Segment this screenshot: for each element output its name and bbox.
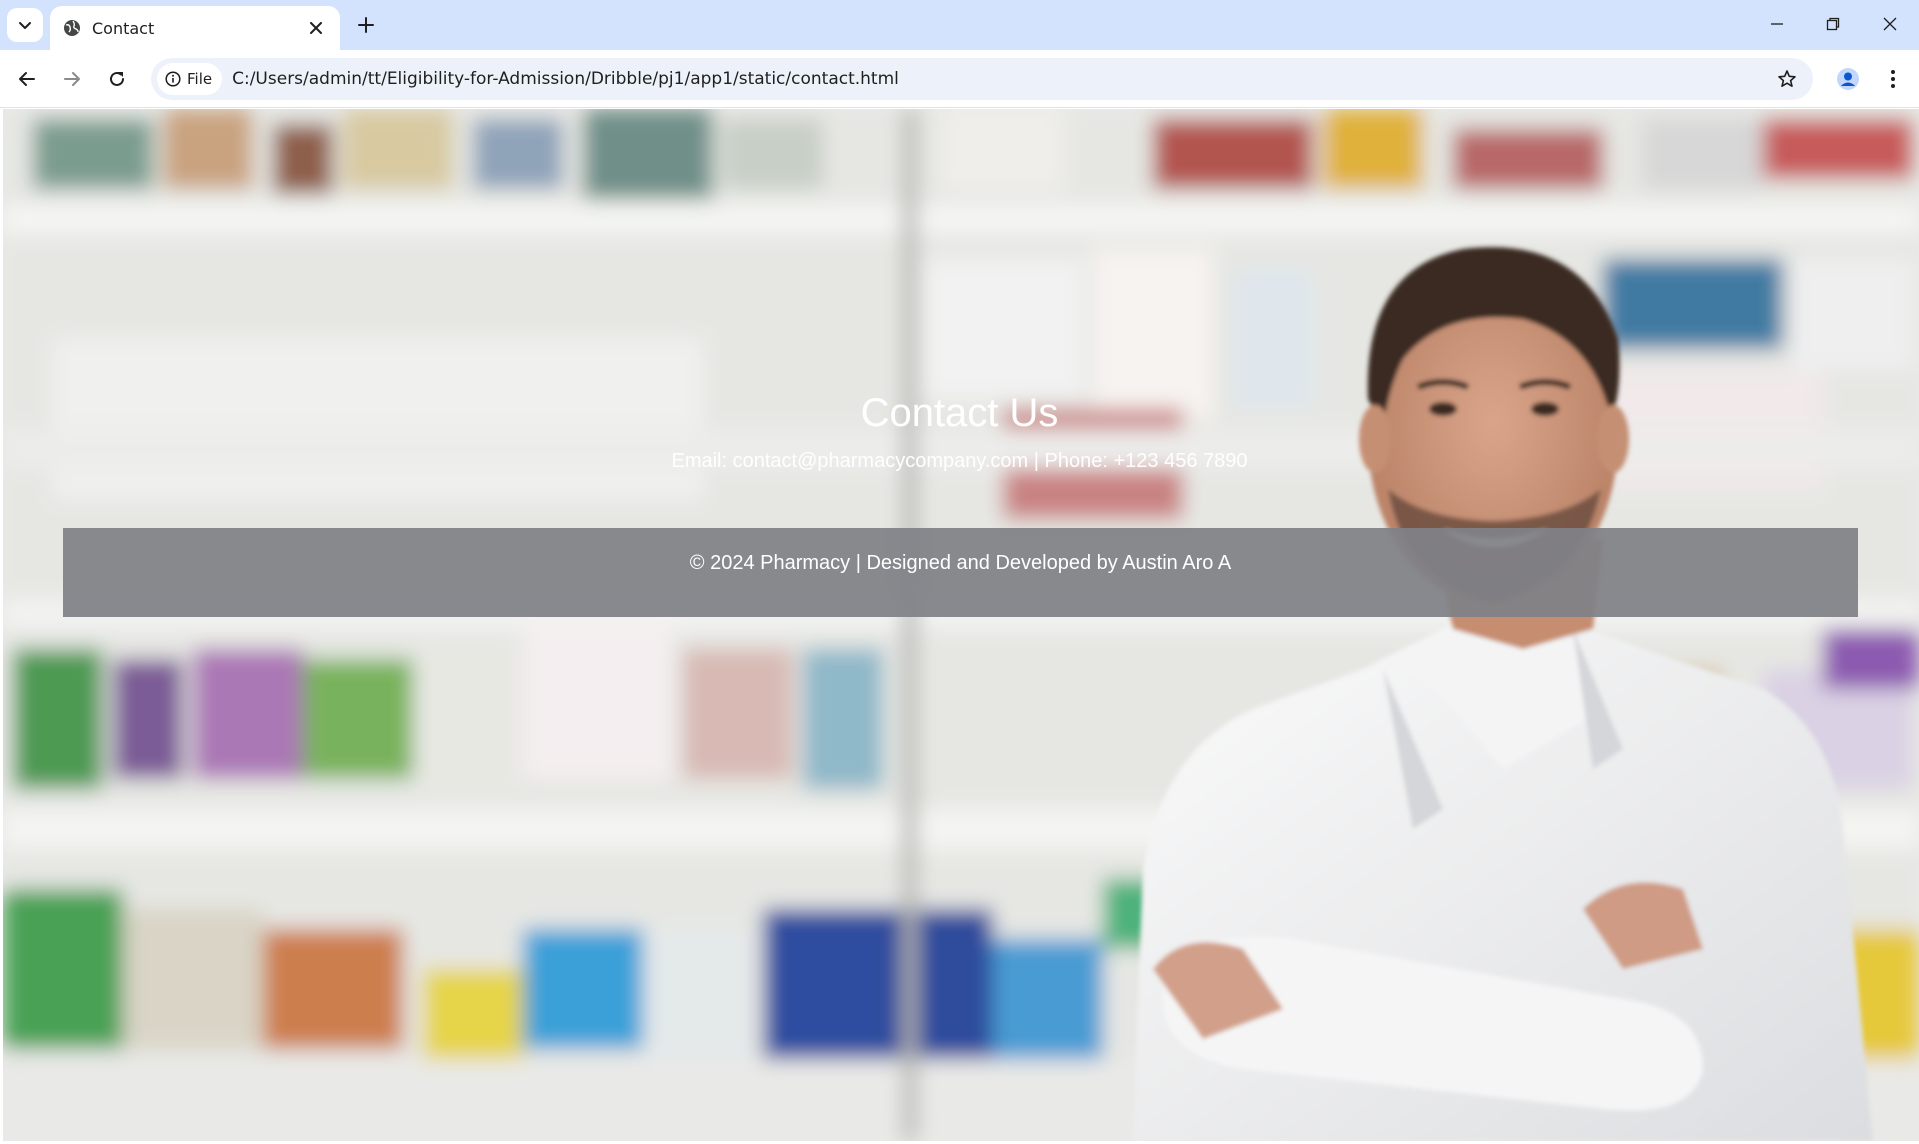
close-icon — [310, 22, 322, 34]
minimize-icon — [1771, 23, 1783, 25]
star-icon — [1778, 70, 1796, 87]
arrow-right-icon — [64, 72, 80, 86]
active-tab[interactable]: Contact — [50, 6, 340, 50]
site-info-chip[interactable]: File — [157, 63, 223, 95]
profile-button[interactable] — [1830, 61, 1866, 97]
back-button[interactable] — [9, 61, 45, 97]
close-window-button[interactable] — [1868, 6, 1912, 42]
menu-button[interactable] — [1875, 61, 1911, 97]
restore-icon — [1826, 17, 1840, 31]
info-icon — [165, 71, 181, 87]
globe-icon — [62, 18, 82, 38]
tab-strip: Contact — [0, 0, 1919, 50]
contact-info: Email: contact@pharmacycompany.com | Pho… — [671, 450, 1248, 472]
tab-title: Contact — [92, 18, 155, 38]
tab-search-button[interactable] — [7, 8, 43, 42]
chevron-down-icon — [19, 22, 31, 29]
restore-button[interactable] — [1811, 6, 1855, 42]
tab-close-button[interactable] — [302, 14, 330, 42]
reload-button[interactable] — [99, 61, 135, 97]
reload-icon — [110, 71, 124, 86]
page-viewport: Contact Us Email: contact@pharmacycompan… — [0, 109, 1919, 1144]
plus-icon — [358, 17, 374, 33]
arrow-left-icon — [19, 72, 35, 86]
footer-text: © 2024 Pharmacy | Designed and Developed… — [689, 552, 1232, 574]
bookmark-button[interactable] — [1769, 61, 1805, 97]
avatar-icon — [1837, 68, 1859, 90]
site-chip-label: File — [187, 70, 213, 88]
url-text[interactable]: C:/Users/admin/tt/Eligibility-for-Admiss… — [232, 69, 1769, 89]
browser-toolbar: File C:/Users/admin/tt/Eligibility-for-A… — [0, 50, 1919, 108]
close-icon — [1883, 17, 1897, 31]
background-image — [3, 109, 1919, 1141]
new-tab-button[interactable] — [351, 10, 381, 40]
more-vert-icon — [1891, 70, 1895, 88]
minimize-button[interactable] — [1755, 6, 1799, 42]
footer: © 2024 Pharmacy | Designed and Developed… — [63, 528, 1858, 617]
address-bar[interactable]: File C:/Users/admin/tt/Eligibility-for-A… — [151, 58, 1813, 100]
page-title: Contact Us — [860, 391, 1059, 435]
forward-button[interactable] — [54, 61, 90, 97]
